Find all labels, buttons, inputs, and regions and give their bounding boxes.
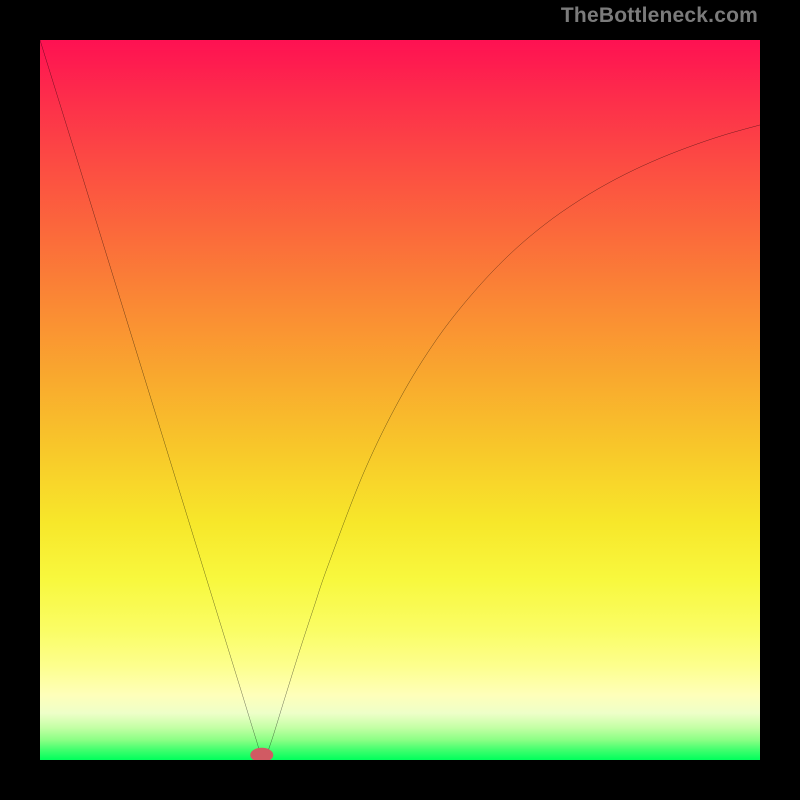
min-point-marker: [250, 748, 273, 760]
plot-svg: [40, 40, 760, 760]
bottleneck-curve: [40, 40, 760, 760]
chart-frame: TheBottleneck.com: [0, 0, 800, 800]
watermark-text: TheBottleneck.com: [561, 4, 758, 28]
plot-area: [40, 40, 760, 760]
